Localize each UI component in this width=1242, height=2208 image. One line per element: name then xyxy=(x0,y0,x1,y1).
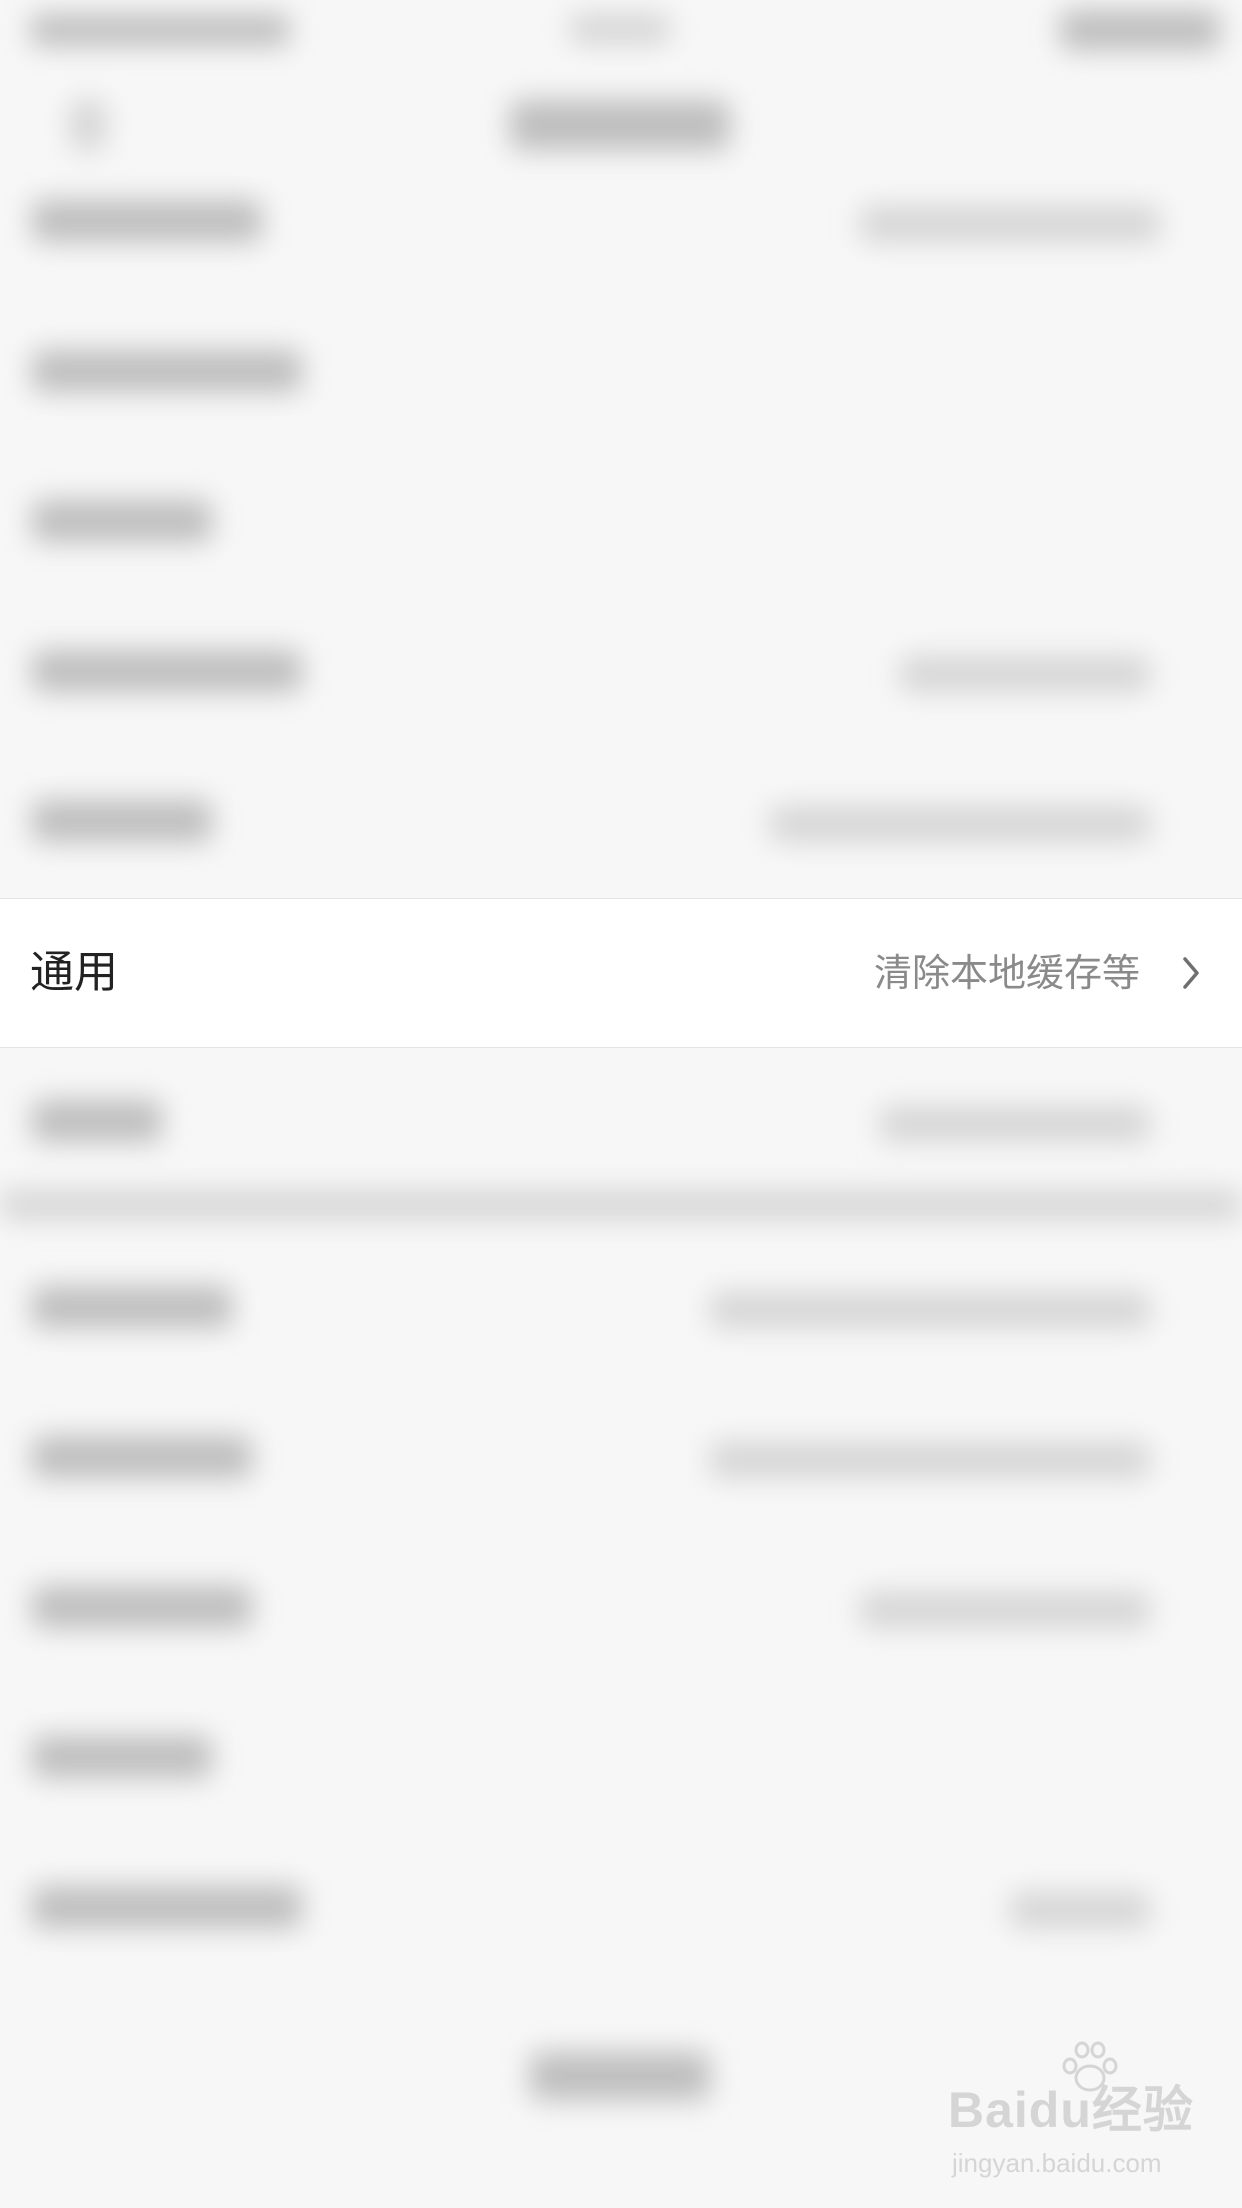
row-11-label xyxy=(32,1736,212,1778)
section-gap xyxy=(0,1190,1242,1220)
row-4-detail xyxy=(900,656,1150,692)
watermark-brand: Baidu经验 xyxy=(948,2082,1194,2138)
blurred-background xyxy=(0,0,1242,2208)
row-12-detail xyxy=(1010,1892,1150,1928)
baidu-watermark: Baidu经验 jingyan.baidu.com xyxy=(948,2041,1208,2190)
chevron-right-icon xyxy=(1183,957,1199,989)
watermark-url: jingyan.baidu.com xyxy=(952,2148,1162,2178)
bottom-button xyxy=(530,2052,710,2100)
general-label: 通用 xyxy=(30,947,118,998)
status-bar-center xyxy=(570,14,670,44)
row-9-label xyxy=(32,1436,252,1478)
nav-title xyxy=(510,100,730,150)
row-4-label xyxy=(32,650,302,692)
row-10-detail xyxy=(860,1592,1150,1628)
row-8-detail xyxy=(710,1292,1150,1328)
row-1-detail xyxy=(860,206,1160,242)
row-1-label xyxy=(32,200,262,242)
status-bar-left xyxy=(30,14,290,46)
row-9-detail xyxy=(710,1442,1150,1478)
row-2-label xyxy=(32,350,302,392)
nav-back-icon xyxy=(70,100,106,150)
row-3-label xyxy=(32,500,212,542)
general-detail: 清除本地缓存等 xyxy=(873,951,1140,995)
row-10-label xyxy=(32,1586,252,1628)
row-7-detail xyxy=(880,1106,1150,1142)
row-7-label xyxy=(32,1100,162,1142)
row-8-label xyxy=(32,1286,232,1328)
row-12-label xyxy=(32,1886,302,1928)
row-5-label xyxy=(32,800,212,842)
status-bar-right xyxy=(1060,10,1220,50)
settings-row-general[interactable]: 通用 清除本地缓存等 xyxy=(0,898,1242,1048)
row-5-detail xyxy=(770,806,1150,842)
